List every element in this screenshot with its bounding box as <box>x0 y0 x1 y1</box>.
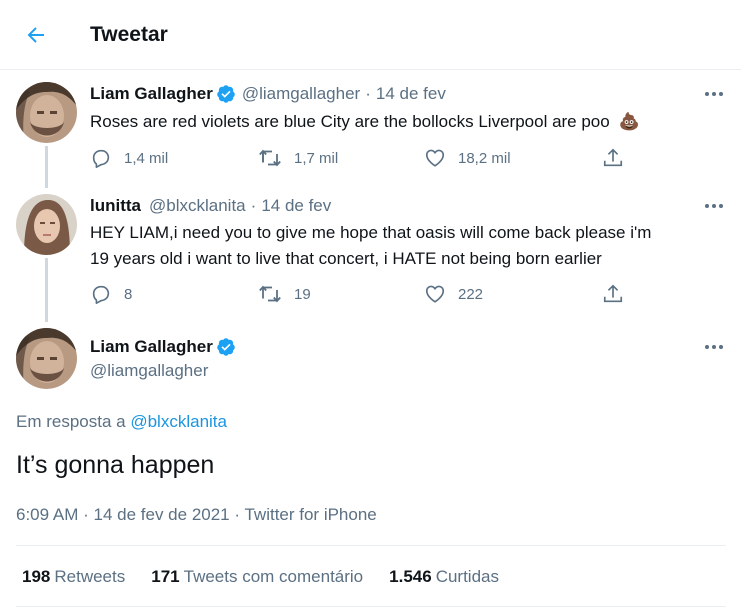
share-icon <box>603 148 623 167</box>
reply-context: Em resposta a @blxcklanita <box>16 412 227 432</box>
avatar[interactable] <box>16 328 77 389</box>
dot-separator: · <box>250 196 257 215</box>
retweet-count: 19 <box>294 285 311 303</box>
more-options-button[interactable] <box>701 84 727 104</box>
page-title: Tweetar <box>90 23 168 46</box>
like-count: 18,2 mil <box>458 149 511 167</box>
engagement-stats: 198 Retweets 171 Tweets com comentário 1.5… <box>22 567 525 587</box>
reply-button[interactable]: 8 <box>90 282 258 306</box>
more-icon <box>705 92 723 96</box>
dot-separator: · <box>234 505 241 524</box>
retweets-stat[interactable]: 198 Retweets <box>22 567 125 587</box>
share-button[interactable] <box>602 282 636 306</box>
like-button[interactable]: 222 <box>424 282 602 306</box>
quotes-stat[interactable]: 171 Tweets com comentário <box>151 567 363 587</box>
tweet-meta: 6:09 AM · 14 de fev de 2021 · Twitter fo… <box>16 505 377 525</box>
tweet-text-line: HEY LIAM,i need you to give me hope that… <box>90 223 652 242</box>
reply-icon <box>92 285 110 304</box>
quotes-label: Tweets com comentário <box>183 567 364 586</box>
share-icon <box>603 284 623 303</box>
reply-count: 8 <box>124 285 133 303</box>
top-bar: Tweetar <box>0 0 741 70</box>
tweet-source[interactable]: Twitter for iPhone <box>244 505 376 524</box>
reply-button[interactable]: 1,4 mil <box>90 146 258 170</box>
tweet-text-content: Roses are red violets are blue City are … <box>90 112 610 131</box>
reply-handle-link[interactable]: @blxcklanita <box>130 412 227 431</box>
like-button[interactable]: 18,2 mil <box>424 146 602 170</box>
heart-icon <box>425 285 445 303</box>
author-name[interactable]: Liam Gallagher <box>90 84 213 104</box>
dot-separator: · <box>365 84 371 103</box>
author-handle[interactable]: @blxcklanita <box>149 196 246 216</box>
thread-line <box>45 258 48 322</box>
tweet-text-line: 19 years old i want to live that concert… <box>90 249 602 268</box>
author-handle[interactable]: @liamgallagher <box>90 361 208 381</box>
avatar[interactable] <box>16 194 77 255</box>
quotes-count: 171 <box>151 567 180 586</box>
main-tweet-header: Liam Gallagher <box>90 337 242 357</box>
share-button[interactable] <box>602 146 636 170</box>
retweet-icon <box>259 149 281 167</box>
tweet-actions: 1,4 mil 1,7 mil 18,2 mil <box>90 146 636 170</box>
tweet-full-date[interactable]: 14 de fev de 2021 <box>94 505 230 524</box>
heart-icon <box>425 149 445 167</box>
likes-count: 1.546 <box>389 567 432 586</box>
retweet-button[interactable]: 19 <box>258 282 424 306</box>
thread-line <box>45 146 48 188</box>
more-options-button[interactable] <box>701 337 727 357</box>
retweet-count: 1,7 mil <box>294 149 339 167</box>
avatar-photo <box>16 194 77 255</box>
retweets-label: Retweets <box>54 567 126 586</box>
avatar-photo <box>16 328 77 389</box>
author-name[interactable]: Liam Gallagher <box>90 337 213 357</box>
poo-emoji-icon: 💩 <box>618 112 640 131</box>
more-options-button[interactable] <box>701 196 727 216</box>
tweet-text: Roses are red violets are blue City are … <box>90 109 640 135</box>
main-tweet-handle-row: @liamgallagher <box>90 361 208 381</box>
avatar-photo <box>16 82 77 143</box>
more-icon <box>705 345 723 349</box>
retweet-icon <box>259 285 281 303</box>
retweet-button[interactable]: 1,7 mil <box>258 146 424 170</box>
divider <box>16 606 726 607</box>
likes-stat[interactable]: 1.546 Curtidas <box>389 567 499 587</box>
tweet-header: lunitta @blxcklanita · 14 de fev <box>90 196 331 216</box>
author-handle[interactable]: @liamgallagher <box>242 84 360 104</box>
back-button[interactable] <box>18 17 54 53</box>
retweets-count: 198 <box>22 567 51 586</box>
tweet-date[interactable]: 14 de fev <box>261 196 331 216</box>
reply-icon <box>92 149 110 168</box>
verified-badge-icon <box>216 337 236 357</box>
reply-count: 1,4 mil <box>124 149 169 167</box>
tweet-date[interactable]: 14 de fev <box>376 84 446 104</box>
dot-separator: · <box>83 505 89 524</box>
avatar[interactable] <box>16 82 77 143</box>
reply-prefix: Em resposta a <box>16 412 126 431</box>
author-name[interactable]: lunitta <box>90 196 141 216</box>
tweet-time[interactable]: 6:09 AM <box>16 505 78 524</box>
arrow-left-icon <box>27 27 44 43</box>
tweet-text: HEY LIAM,i need you to give me hope that… <box>90 220 730 272</box>
divider <box>16 545 726 546</box>
main-tweet-text: It’s gonna happen <box>16 451 215 479</box>
like-count: 222 <box>458 285 484 303</box>
tweet-actions: 8 19 222 <box>90 282 636 306</box>
more-icon <box>705 204 723 208</box>
likes-label: Curtidas <box>435 567 499 586</box>
verified-badge-icon <box>216 84 236 104</box>
tweet-header: Liam Gallagher @liamgallagher · 14 de fe… <box>90 84 446 104</box>
